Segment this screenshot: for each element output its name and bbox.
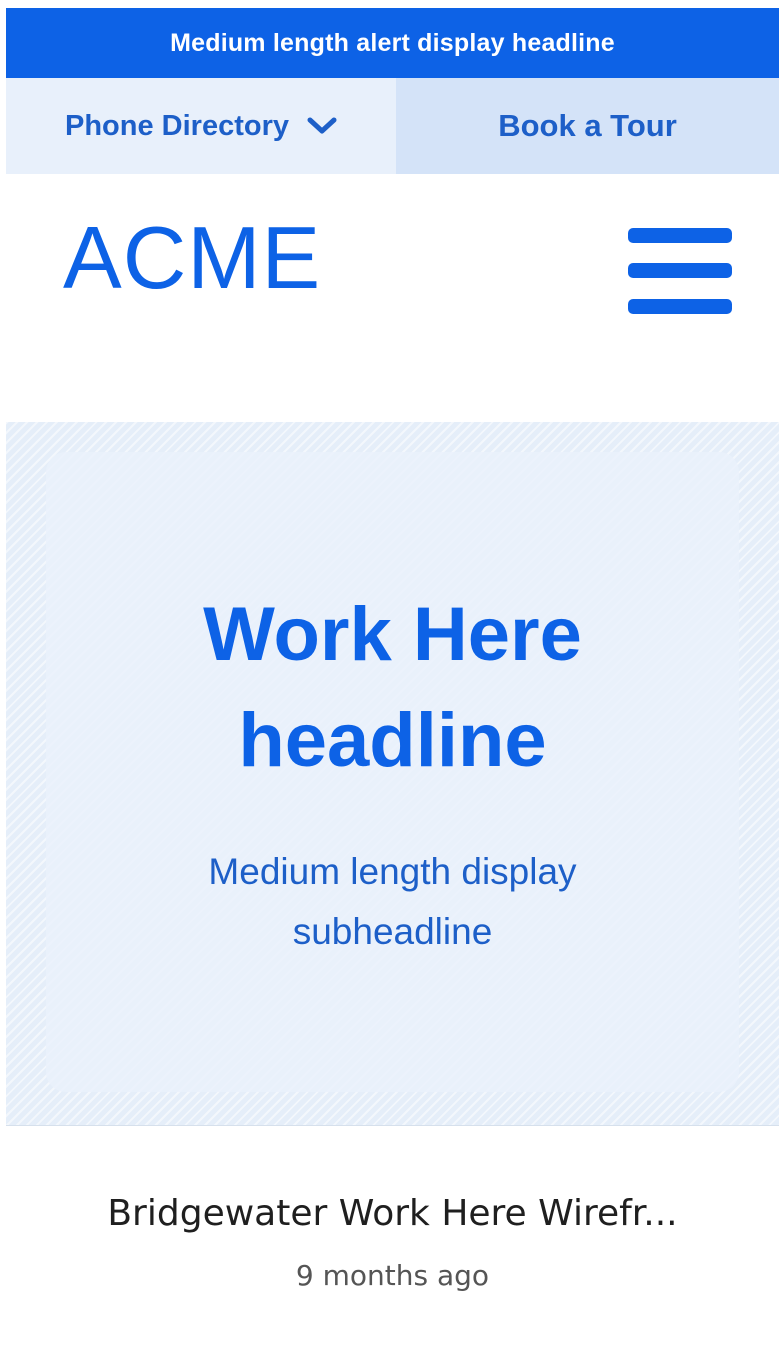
hero-headline: Work Here headline [6, 582, 779, 794]
alert-bar[interactable]: Medium length alert display headline [6, 8, 779, 78]
utility-nav: Phone Directory Book a Tour [6, 78, 779, 174]
hamburger-bar-top [628, 228, 732, 243]
document-title[interactable]: Bridgewater Work Here Wirefr... [6, 1192, 779, 1236]
hero-subheadline-line2: subheadline [292, 911, 493, 952]
hero-section: Work Here headline Medium length display… [6, 422, 779, 1125]
acme-logo[interactable]: ACME [63, 214, 321, 302]
chevron-down-icon [307, 116, 337, 136]
book-a-tour-button[interactable]: Book a Tour [396, 78, 779, 174]
hero-headline-line1: Work Here [203, 592, 582, 677]
hamburger-bar-middle [628, 263, 732, 278]
phone-directory-label: Phone Directory [65, 109, 289, 142]
document-timestamp: 9 months ago [295, 1259, 490, 1292]
alert-headline: Medium length alert display headline [170, 28, 615, 57]
book-a-tour-label: Book a Tour [498, 108, 677, 143]
hero-headline-line2: headline [238, 698, 547, 783]
site-header: ACME [6, 174, 779, 422]
hamburger-menu-icon[interactable] [628, 226, 734, 318]
page: Medium length alert display headline Pho… [0, 0, 779, 1357]
hamburger-bar-bottom [628, 299, 732, 314]
hero-subheadline-line1: Medium length display [208, 851, 577, 892]
document-card-footer[interactable]: Bridgewater Work Here Wirefr... 9 months… [6, 1126, 779, 1357]
phone-directory-dropdown[interactable]: Phone Directory [6, 78, 396, 174]
hero-subheadline: Medium length display subheadline [6, 842, 779, 962]
